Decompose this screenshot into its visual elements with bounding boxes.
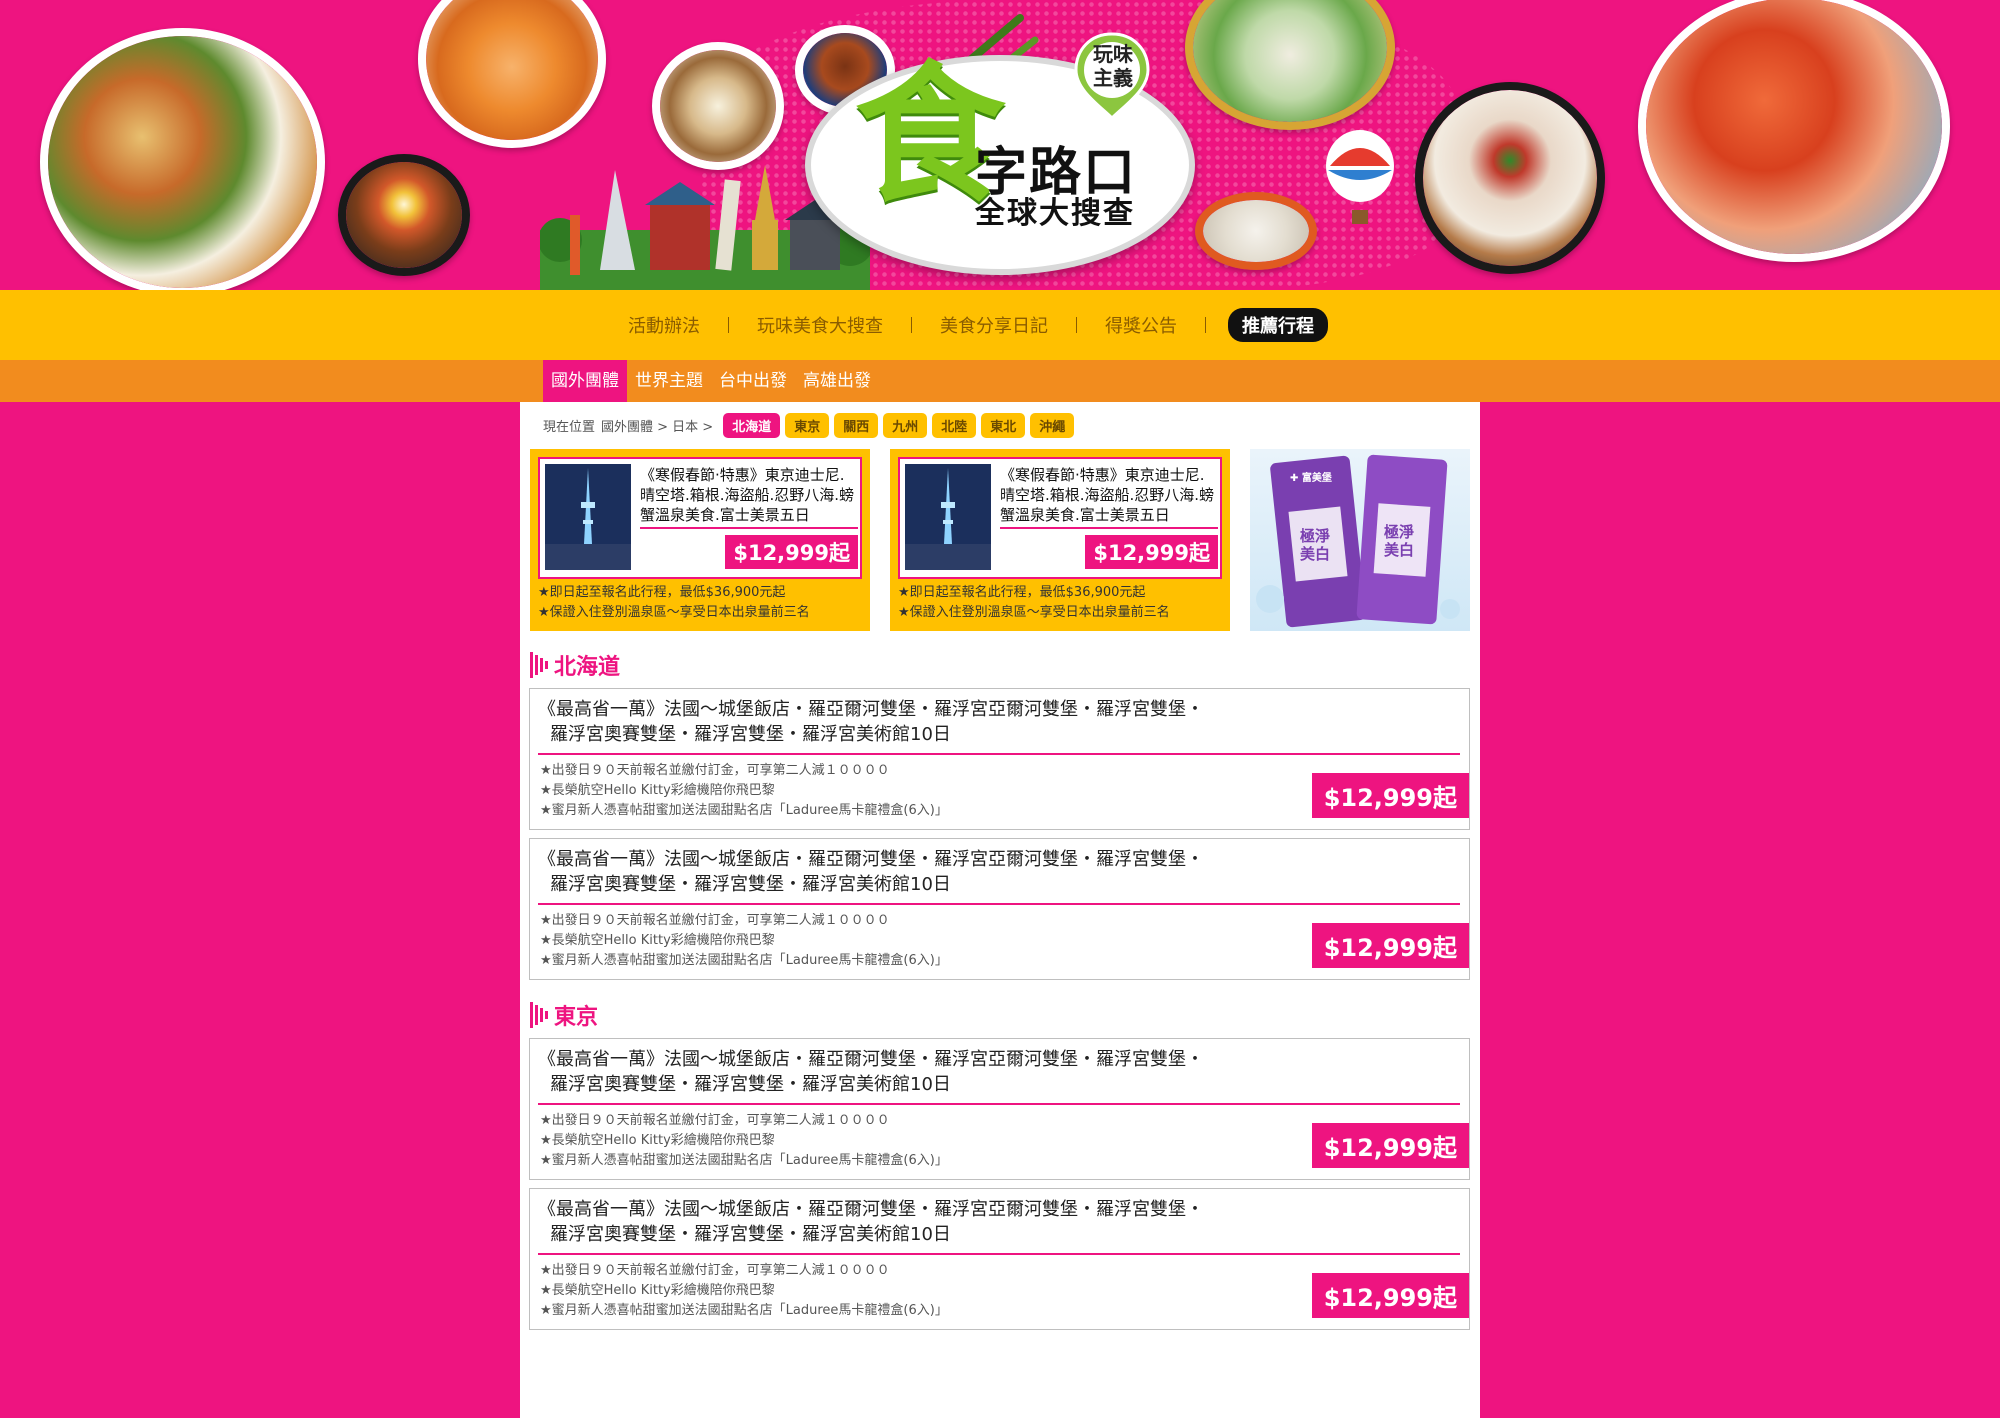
- promo-card[interactable]: 《寒假春節‧特惠》東京迪士尼.晴空塔.箱根.海盜船.忍野八海.螃蟹溫泉美食.富士…: [530, 449, 870, 631]
- tour-price[interactable]: $12,999起: [1311, 1273, 1469, 1318]
- promo-note: ★保證入住登別溫泉區～享受日本出泉量前三名: [538, 605, 810, 620]
- breadcrumb-prefix: 現在位置: [543, 419, 596, 435]
- promo-divider: [1000, 527, 1218, 529]
- tour-price[interactable]: $12,999起: [1311, 773, 1469, 818]
- content-panel: 現在位置 國外團體 > 日本 > 北海道 東京 關西 九州 北陸 東北 沖繩 《…: [520, 402, 1480, 1418]
- tour-title[interactable]: 《最高省一萬》法國～城堡飯店・羅亞爾河雙堡・羅浮宮亞爾河雙堡・羅浮宮雙堡・ 羅浮…: [538, 1047, 1318, 1097]
- promo-card-body: 《寒假春節‧特惠》東京迪士尼.晴空塔.箱根.海盜船.忍野八海.螃蟹溫泉美食.富士…: [538, 457, 862, 579]
- breadcrumb-path[interactable]: 國外團體 > 日本 >: [601, 416, 713, 435]
- tour-title[interactable]: 《最高省一萬》法國～城堡飯店・羅亞爾河雙堡・羅浮宮亞爾河雙堡・羅浮宮雙堡・ 羅浮…: [538, 1197, 1318, 1247]
- promo-note: ★即日起至報名此行程，最低$36,900元起: [898, 585, 1146, 600]
- product-packets-image: [1256, 454, 1460, 628]
- bibimbap-bowl-image: [338, 154, 470, 276]
- region-tag-tohoku[interactable]: 東北: [981, 412, 1026, 438]
- region-tag-kansai[interactable]: 關西: [834, 412, 879, 438]
- promo-card[interactable]: 《寒假春節‧特惠》東京迪士尼.晴空塔.箱根.海盜船.忍野八海.螃蟹溫泉美食.富士…: [890, 449, 1230, 631]
- tour-title[interactable]: 《最高省一萬》法國～城堡飯店・羅亞爾河雙堡・羅浮宮亞爾河雙堡・羅浮宮雙堡・ 羅浮…: [538, 847, 1318, 897]
- clam-chowder-pot-image: [1195, 192, 1317, 270]
- region-tag-hokkaido[interactable]: 北海道: [723, 412, 781, 438]
- region-tag-tokyo[interactable]: 東京: [785, 412, 830, 438]
- promo-title[interactable]: 《寒假春節‧特惠》東京迪士尼.晴空塔.箱根.海盜船.忍野八海.螃蟹溫泉美食.富士…: [1000, 465, 1218, 525]
- tour-card[interactable]: 《最高省一萬》法國～城堡飯店・羅亞爾河雙堡・羅浮宮亞爾河雙堡・羅浮宮雙堡・ 羅浮…: [529, 688, 1470, 830]
- promo-price: $12,999起: [1085, 535, 1218, 569]
- thai-food-plate-image: [40, 28, 325, 290]
- skytree-photo: [905, 464, 991, 570]
- region-tag-kyushu[interactable]: 九州: [883, 412, 928, 438]
- whitening-product-ad[interactable]: ✚ 富美堡 極淨美白 極淨美白: [1250, 449, 1470, 631]
- promo-divider: [640, 527, 858, 529]
- tour-card[interactable]: 《最高省一萬》法國～城堡飯店・羅亞爾河雙堡・羅浮宮亞爾河雙堡・羅浮宮雙堡・ 羅浮…: [529, 1188, 1470, 1330]
- nav-winners[interactable]: 得獎公告: [1077, 312, 1205, 338]
- ad-product-name: 極淨美白: [1384, 523, 1415, 559]
- tour-notes: ★出發日９０天前報名並繳付訂金，可享第二人減１００００ ★長榮航空Hello K…: [540, 913, 948, 968]
- ad-product-name: 極淨美白: [1300, 527, 1331, 563]
- subnav-kaohsiung-departure[interactable]: 高雄出發: [795, 360, 879, 402]
- promo-card-body: 《寒假春節‧特惠》東京迪士尼.晴空塔.箱根.海盜船.忍野八海.螃蟹溫泉美食.富士…: [898, 457, 1222, 579]
- tour-price[interactable]: $12,999起: [1311, 923, 1469, 968]
- nav-recommended-tours[interactable]: 推薦行程: [1228, 308, 1328, 342]
- nav-activity-rules[interactable]: 活動辦法: [600, 312, 728, 338]
- promo-price: $12,999起: [725, 535, 858, 569]
- sub-navigation: 國外團體 世界主題 台中出發 高雄出發: [0, 360, 2000, 402]
- tour-divider: [538, 753, 1460, 755]
- nav-food-search[interactable]: 玩味美食大搜查: [729, 312, 911, 338]
- section-marker-icon: [530, 1002, 548, 1028]
- section-title: 北海道: [554, 655, 621, 680]
- tour-notes: ★出發日９０天前報名並繳付訂金，可享第二人減１００００ ★長榮航空Hello K…: [540, 763, 948, 818]
- hot-air-balloon-icon: [1326, 130, 1394, 224]
- tour-title[interactable]: 《最高省一萬》法國～城堡飯店・羅亞爾河雙堡・羅浮宮亞爾河雙堡・羅浮宮雙堡・ 羅浮…: [538, 697, 1318, 747]
- logo-subtitle: 全球大搜查: [975, 196, 1135, 231]
- section-marker-icon: [530, 652, 548, 678]
- tour-divider: [538, 1253, 1460, 1255]
- tour-divider: [538, 903, 1460, 905]
- region-tag-okinawa[interactable]: 沖繩: [1030, 412, 1075, 438]
- dumpling-soup-bowl-image: [652, 42, 784, 170]
- tour-notes: ★出發日９０天前報名並繳付訂金，可享第二人減１００００ ★長榮航空Hello K…: [540, 1113, 948, 1168]
- subnav-world-themes[interactable]: 世界主題: [627, 360, 711, 402]
- ramen-bowl-image: [1415, 82, 1605, 274]
- ad-brand: ✚ 富美堡: [1290, 473, 1332, 484]
- tour-price[interactable]: $12,999起: [1311, 1123, 1469, 1168]
- section-title: 東京: [554, 1005, 599, 1030]
- subnav-taichung-departure[interactable]: 台中出發: [711, 360, 795, 402]
- region-tag-hokuriku[interactable]: 北陸: [932, 412, 977, 438]
- main-navigation: 活動辦法 玩味美食大搜查 美食分享日記 得獎公告 推薦行程: [0, 290, 2000, 360]
- breadcrumb: 現在位置 國外團體 > 日本 > 北海道 東京 關西 九州 北陸 東北 沖繩: [543, 412, 1075, 438]
- tour-notes: ★出發日９０天前報名並繳付訂金，可享第二人減１００００ ★長榮航空Hello K…: [540, 1263, 948, 1318]
- tour-card[interactable]: 《最高省一萬》法國～城堡飯店・羅亞爾河雙堡・羅浮宮亞爾河雙堡・羅浮宮雙堡・ 羅浮…: [529, 1038, 1470, 1180]
- subnav-overseas-groups[interactable]: 國外團體: [543, 360, 627, 402]
- section-heading: 東京: [530, 999, 598, 1031]
- promo-note: ★即日起至報名此行程，最低$36,900元起: [538, 585, 786, 600]
- header-banner: 食 字路口 全球大搜查 玩味 主義: [0, 0, 2000, 290]
- tour-divider: [538, 1103, 1460, 1105]
- badge-label: 玩味 主義: [1093, 42, 1133, 90]
- skytree-photo: [545, 464, 631, 570]
- nav-food-diary[interactable]: 美食分享日記: [912, 312, 1076, 338]
- region-tag-list: 北海道 東京 關西 九州 北陸 東北 沖繩: [723, 412, 1075, 438]
- king-crab-seafood-image: [1638, 0, 1950, 262]
- section-heading: 北海道: [530, 649, 620, 681]
- tour-card[interactable]: 《最高省一萬》法國～城堡飯店・羅亞爾河雙堡・羅浮宮亞爾河雙堡・羅浮宮雙堡・ 羅浮…: [529, 838, 1470, 980]
- promo-note: ★保證入住登別溫泉區～享受日本出泉量前三名: [898, 605, 1170, 620]
- promo-title[interactable]: 《寒假春節‧特惠》東京迪士尼.晴空塔.箱根.海盜船.忍野八海.螃蟹溫泉美食.富士…: [640, 465, 858, 525]
- curry-shrimp-bowl-image: [418, 0, 606, 148]
